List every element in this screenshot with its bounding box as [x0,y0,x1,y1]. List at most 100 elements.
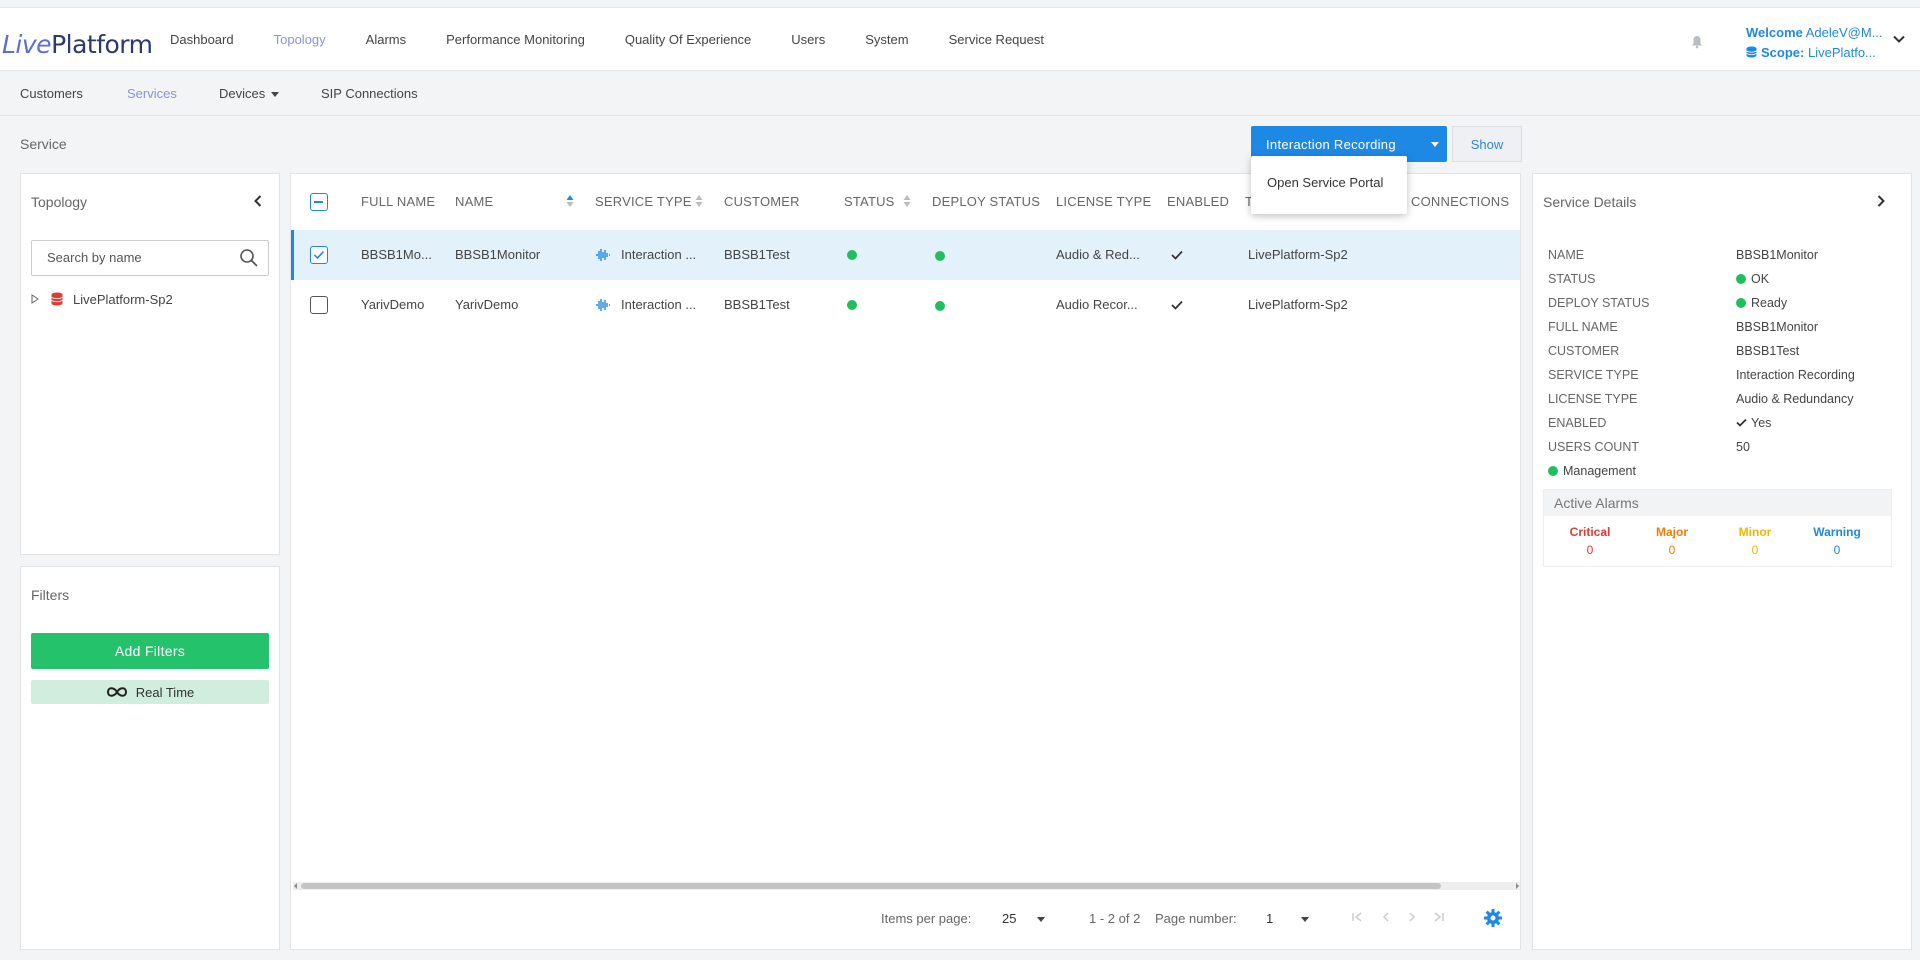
caret-down-icon[interactable] [1037,917,1045,922]
nav-topology[interactable]: Topology [274,32,326,47]
table-row[interactable]: BBSB1Mo... BBSB1Monitor Interaction ... … [291,230,1520,280]
items-per-page-select[interactable]: 25 [1002,911,1016,926]
last-page-icon[interactable] [1432,910,1446,924]
logo-platform-text: Platform [51,30,153,59]
chevron-right-icon[interactable] [1874,194,1888,208]
filters-panel: Filters Add Filters Real Time [20,566,280,950]
open-service-portal-item[interactable]: Open Service Portal [1267,175,1383,190]
sort-asc-icon[interactable] [566,194,574,208]
nav-system[interactable]: System [865,32,908,47]
detail-value: BBSB1Monitor [1736,248,1818,262]
prev-page-icon[interactable] [1379,910,1393,924]
gear-icon[interactable] [1483,908,1503,928]
active-alarms: Active Alarms Critical 0 Major 0 Minor 0… [1543,489,1892,567]
management-status: Management [1548,464,1636,478]
topology-panel: Topology LivePlatform-Sp2 [20,173,280,555]
cell-customer: BBSB1Test [724,297,790,312]
alarm-count: 0 [1833,543,1841,557]
alarm-warning[interactable]: Warning 0 [1797,525,1877,557]
nav-service-request[interactable]: Service Request [949,32,1044,47]
subnav-devices[interactable]: Devices [219,86,280,101]
subnav-customers[interactable]: Customers [20,86,83,101]
row-checkbox[interactable] [310,296,328,314]
real-time-toggle[interactable]: Real Time [31,680,269,704]
col-full-name[interactable]: FULL NAME [361,194,435,209]
bell-icon[interactable] [1690,35,1704,49]
sort-icon[interactable] [903,194,911,208]
nav-alarms[interactable]: Alarms [366,32,406,47]
scope-value: LivePlatfo... [1807,45,1876,60]
cell-license-type: Audio Recor... [1056,297,1138,312]
nav-quality-of-experience[interactable]: Quality Of Experience [625,32,751,47]
page-number-select[interactable]: 1 [1266,911,1273,926]
col-license-type[interactable]: LICENSE TYPE [1056,194,1151,209]
cell-license-type: Audio & Red... [1056,247,1140,262]
cell-service-type: Interaction ... [621,297,697,312]
check-icon [313,250,325,260]
nav-dashboard[interactable]: Dashboard [170,32,234,47]
horizontal-scrollbar[interactable] [293,882,1520,890]
col-status[interactable]: STATUS [844,194,895,209]
scope-label: Scope: [1761,45,1805,60]
scroll-right-arrow[interactable] [1516,883,1519,889]
expand-triangle-icon[interactable] [31,294,39,304]
col-name[interactable]: NAME [455,194,493,209]
col-customer[interactable]: CUSTOMER [724,194,800,209]
col-enabled[interactable]: ENABLED [1167,194,1229,209]
col-deploy-status[interactable]: DEPLOY STATUS [932,194,1040,209]
logo-live-text: Live [2,30,52,59]
next-page-icon[interactable] [1405,910,1419,924]
chevron-down-icon[interactable] [1892,32,1906,46]
page-title: Service [20,136,67,152]
table-row[interactable]: YarivDemo YarivDemo Interaction ... BBSB… [291,280,1520,330]
topology-search [31,240,269,276]
alarm-minor[interactable]: Minor 0 [1715,525,1795,557]
show-button[interactable]: Show [1452,126,1522,162]
detail-label: SERVICE TYPE [1548,368,1639,382]
caret-down-icon[interactable] [1301,917,1309,922]
chevron-left-icon[interactable] [251,194,265,208]
user-menu[interactable]: Welcome AdeleV@M... Scope: LivePlatfo... [1746,23,1883,63]
col-connections[interactable]: CONNECTIONS [1411,194,1509,209]
subnav-sip-connections[interactable]: SIP Connections [321,86,418,101]
sort-icon[interactable] [695,194,703,208]
scroll-left-arrow[interactable] [294,883,297,889]
enabled-check-icon [1171,250,1183,260]
detail-value: BBSB1Test [1736,344,1800,358]
search-icon[interactable] [239,248,259,268]
scrollbar-thumb[interactable] [301,883,1441,889]
status-dot [1736,274,1746,284]
cell-topology: LivePlatform-Sp2 [1248,247,1348,262]
services-table: FULL NAME NAME SERVICE TYPE CUSTOMER STA… [290,173,1521,950]
detail-label: LICENSE TYPE [1548,392,1638,406]
waveform-icon [596,299,610,311]
alarm-major[interactable]: Major 0 [1632,525,1712,557]
subnav-services[interactable]: Services [127,86,177,101]
status-text: OK [1751,272,1770,286]
col-service-type[interactable]: SERVICE TYPE [595,194,692,209]
detail-label: NAME [1548,248,1585,262]
tree-node-label: LivePlatform-Sp2 [73,291,173,307]
topology-search-input[interactable] [47,250,227,265]
check-icon [1736,418,1747,427]
detail-value-deploy-status: Ready [1736,296,1787,310]
indeterminate-mark [314,200,323,203]
page-number-label: Page number: [1155,911,1237,926]
row-checkbox[interactable] [310,246,328,264]
database-icon [1746,46,1757,58]
alarm-critical[interactable]: Critical 0 [1550,525,1630,557]
waveform-icon [596,249,610,261]
tree-node-liveplatform[interactable]: LivePlatform-Sp2 [31,289,173,309]
first-page-icon[interactable] [1350,910,1364,924]
app-logo[interactable]: LivePlatform [2,30,153,59]
select-all-checkbox[interactable] [310,193,328,211]
detail-label: CUSTOMER [1548,344,1620,358]
alarm-name: Critical [1569,525,1611,539]
filters-title: Filters [31,587,70,603]
alarm-name: Minor [1738,525,1772,539]
nav-users[interactable]: Users [791,32,825,47]
nav-performance-monitoring[interactable]: Performance Monitoring [446,32,585,47]
add-filters-button[interactable]: Add Filters [31,633,269,669]
detail-value: Audio & Redundancy [1736,392,1854,406]
cell-name: YarivDemo [455,297,519,312]
